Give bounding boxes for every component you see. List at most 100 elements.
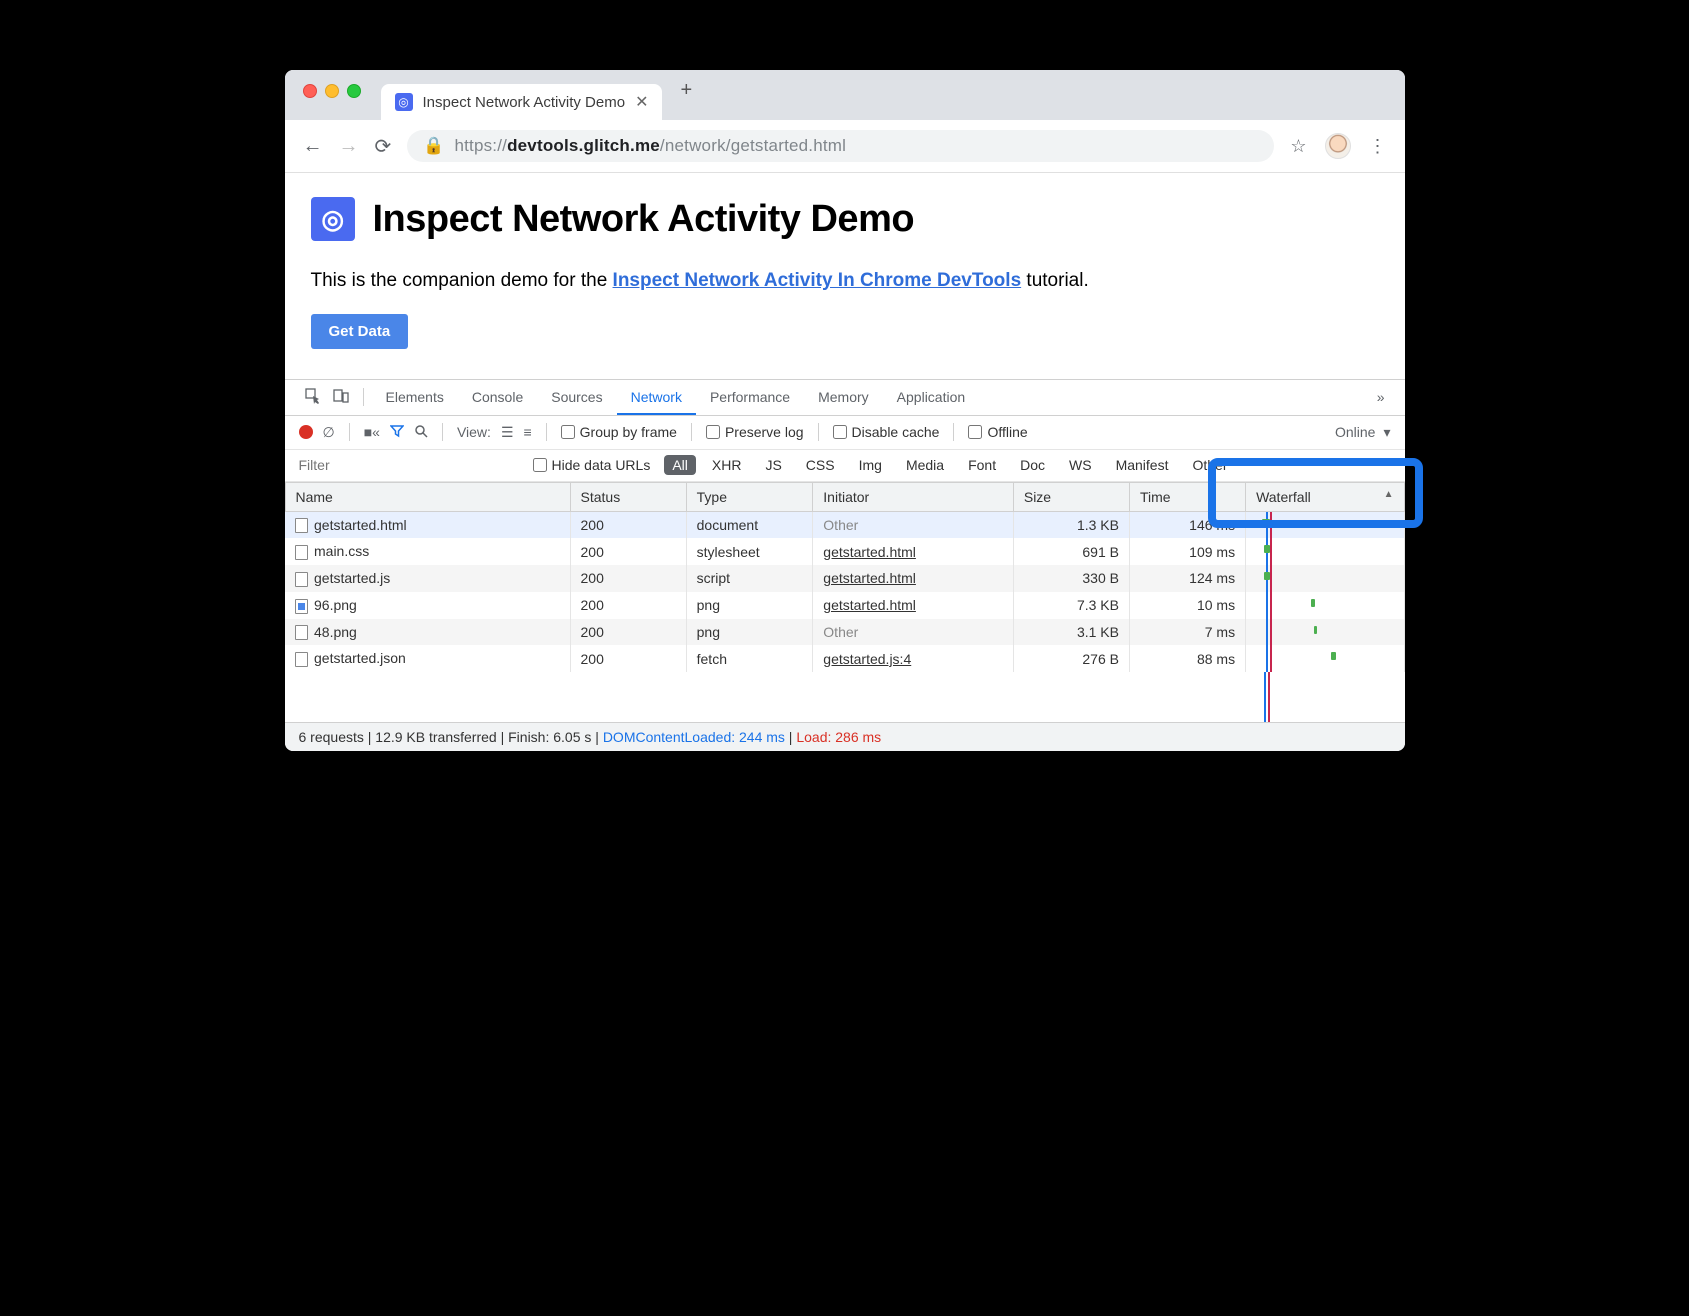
browser-window: ◎ Inspect Network Activity Demo ✕ + ← → … bbox=[285, 70, 1405, 751]
column-size[interactable]: Size bbox=[1013, 482, 1129, 511]
offline-checkbox[interactable]: Offline bbox=[968, 424, 1027, 440]
file-icon bbox=[295, 518, 308, 533]
hide-data-urls-checkbox[interactable]: Hide data URLs bbox=[533, 457, 651, 473]
cell-waterfall bbox=[1246, 619, 1404, 646]
cell-waterfall bbox=[1246, 565, 1404, 592]
devtools-tab-sources[interactable]: Sources bbox=[537, 381, 616, 413]
close-window-button[interactable] bbox=[303, 84, 317, 98]
request-row[interactable]: getstarted.js200scriptgetstarted.html330… bbox=[285, 565, 1404, 592]
devtools-tab-memory[interactable]: Memory bbox=[804, 381, 883, 413]
cell-type: fetch bbox=[686, 645, 813, 672]
initiator-link[interactable]: getstarted.html bbox=[823, 570, 916, 586]
initiator-link[interactable]: getstarted.js:4 bbox=[823, 651, 911, 667]
devtools-tab-console[interactable]: Console bbox=[458, 381, 537, 413]
reload-button[interactable]: ⟳ bbox=[375, 134, 392, 159]
throttling-dropdown[interactable]: Online ▾ bbox=[1335, 424, 1391, 441]
preserve-log-checkbox[interactable]: Preserve log bbox=[706, 424, 804, 440]
filter-type-all[interactable]: All bbox=[664, 455, 696, 475]
capture-screenshots-icon[interactable]: ■« bbox=[364, 424, 380, 440]
browser-menu-icon[interactable]: ⋮ bbox=[1369, 136, 1387, 157]
request-row[interactable]: getstarted.html200documentOther1.3 KB146… bbox=[285, 511, 1404, 538]
minimize-window-button[interactable] bbox=[325, 84, 339, 98]
cell-initiator: Other bbox=[813, 511, 1014, 538]
file-icon bbox=[295, 625, 308, 640]
cell-waterfall bbox=[1246, 645, 1404, 672]
maximize-window-button[interactable] bbox=[347, 84, 361, 98]
request-row[interactable]: 48.png200pngOther3.1 KB7 ms bbox=[285, 619, 1404, 646]
filter-type-xhr[interactable]: XHR bbox=[704, 455, 750, 475]
filter-type-img[interactable]: Img bbox=[851, 455, 890, 475]
cell-time: 124 ms bbox=[1129, 565, 1245, 592]
devtools-tab-performance[interactable]: Performance bbox=[696, 381, 804, 413]
column-status[interactable]: Status bbox=[570, 482, 686, 511]
favicon-icon: ◎ bbox=[395, 93, 413, 111]
more-tabs-icon[interactable]: » bbox=[1371, 389, 1391, 405]
column-type[interactable]: Type bbox=[686, 482, 813, 511]
clear-button[interactable]: ∅ bbox=[323, 424, 335, 441]
disable-cache-checkbox[interactable]: Disable cache bbox=[833, 424, 940, 440]
overview-toggle-icon[interactable]: ≡ bbox=[524, 424, 532, 440]
group-by-frame-checkbox[interactable]: Group by frame bbox=[561, 424, 677, 440]
view-label: View: bbox=[457, 424, 491, 440]
cell-size: 7.3 KB bbox=[1013, 592, 1129, 619]
filter-type-media[interactable]: Media bbox=[898, 455, 952, 475]
get-data-button[interactable]: Get Data bbox=[311, 314, 409, 349]
devtools-logo-icon: ◎ bbox=[311, 197, 355, 241]
tutorial-link[interactable]: Inspect Network Activity In Chrome DevTo… bbox=[613, 270, 1022, 291]
column-time[interactable]: Time bbox=[1129, 482, 1245, 511]
filter-type-manifest[interactable]: Manifest bbox=[1108, 455, 1177, 475]
filter-type-font[interactable]: Font bbox=[960, 455, 1004, 475]
request-row[interactable]: main.css200stylesheetgetstarted.html691 … bbox=[285, 538, 1404, 565]
filter-type-css[interactable]: CSS bbox=[798, 455, 843, 475]
cell-status: 200 bbox=[570, 619, 686, 646]
cell-name: getstarted.js bbox=[285, 565, 570, 592]
request-row[interactable]: 96.png200pnggetstarted.html7.3 KB10 ms bbox=[285, 592, 1404, 619]
tab-title: Inspect Network Activity Demo bbox=[423, 94, 626, 111]
window-controls bbox=[295, 84, 371, 106]
inspect-element-icon[interactable] bbox=[299, 388, 327, 407]
cell-name: getstarted.html bbox=[285, 511, 570, 538]
new-tab-button[interactable]: + bbox=[662, 79, 710, 112]
cell-initiator: getstarted.html bbox=[813, 538, 1014, 565]
network-filter-bar: Hide data URLs All XHR JS CSS Img Media Font Do… bbox=[285, 450, 1405, 482]
browser-tab[interactable]: ◎ Inspect Network Activity Demo ✕ bbox=[381, 84, 663, 120]
initiator-link: Other bbox=[823, 624, 858, 640]
devtools-tab-application[interactable]: Application bbox=[883, 381, 980, 413]
filter-input[interactable] bbox=[299, 457, 519, 473]
cell-type: png bbox=[686, 619, 813, 646]
cell-status: 200 bbox=[570, 645, 686, 672]
filter-type-other[interactable]: Other bbox=[1184, 455, 1235, 475]
devtools-tab-network[interactable]: Network bbox=[617, 381, 696, 415]
cell-time: 146 ms bbox=[1129, 511, 1245, 538]
url-text: https://devtools.glitch.me/network/getst… bbox=[454, 136, 846, 156]
omnibox[interactable]: 🔒 https://devtools.glitch.me/network/get… bbox=[407, 130, 1274, 162]
column-name[interactable]: Name bbox=[285, 482, 570, 511]
filter-toggle-icon[interactable] bbox=[390, 424, 404, 441]
cell-time: 88 ms bbox=[1129, 645, 1245, 672]
cell-time: 7 ms bbox=[1129, 619, 1245, 646]
search-icon[interactable] bbox=[414, 424, 428, 441]
back-button[interactable]: ← bbox=[303, 135, 323, 158]
large-rows-icon[interactable]: ☰ bbox=[501, 424, 514, 441]
initiator-link[interactable]: getstarted.html bbox=[823, 544, 916, 560]
column-waterfall[interactable]: Waterfall▲ bbox=[1246, 482, 1404, 511]
cell-status: 200 bbox=[570, 565, 686, 592]
filter-type-js[interactable]: JS bbox=[757, 455, 789, 475]
filter-type-doc[interactable]: Doc bbox=[1012, 455, 1053, 475]
device-toggle-icon[interactable] bbox=[327, 388, 355, 407]
request-row[interactable]: getstarted.json200fetchgetstarted.js:427… bbox=[285, 645, 1404, 672]
record-button[interactable] bbox=[299, 425, 313, 439]
cell-waterfall bbox=[1246, 511, 1404, 538]
forward-button[interactable]: → bbox=[339, 135, 359, 158]
devtools-tab-elements[interactable]: Elements bbox=[372, 381, 458, 413]
cell-size: 330 B bbox=[1013, 565, 1129, 592]
column-initiator[interactable]: Initiator bbox=[813, 482, 1014, 511]
close-tab-icon[interactable]: ✕ bbox=[635, 92, 648, 112]
bookmark-star-icon[interactable]: ☆ bbox=[1290, 136, 1306, 157]
filter-type-ws[interactable]: WS bbox=[1061, 455, 1100, 475]
cell-status: 200 bbox=[570, 538, 686, 565]
chevron-down-icon: ▾ bbox=[1383, 424, 1390, 441]
network-request-table: NameStatusTypeInitiatorSizeTimeWaterfall… bbox=[285, 482, 1405, 723]
profile-avatar[interactable] bbox=[1325, 133, 1351, 159]
initiator-link[interactable]: getstarted.html bbox=[823, 597, 916, 613]
